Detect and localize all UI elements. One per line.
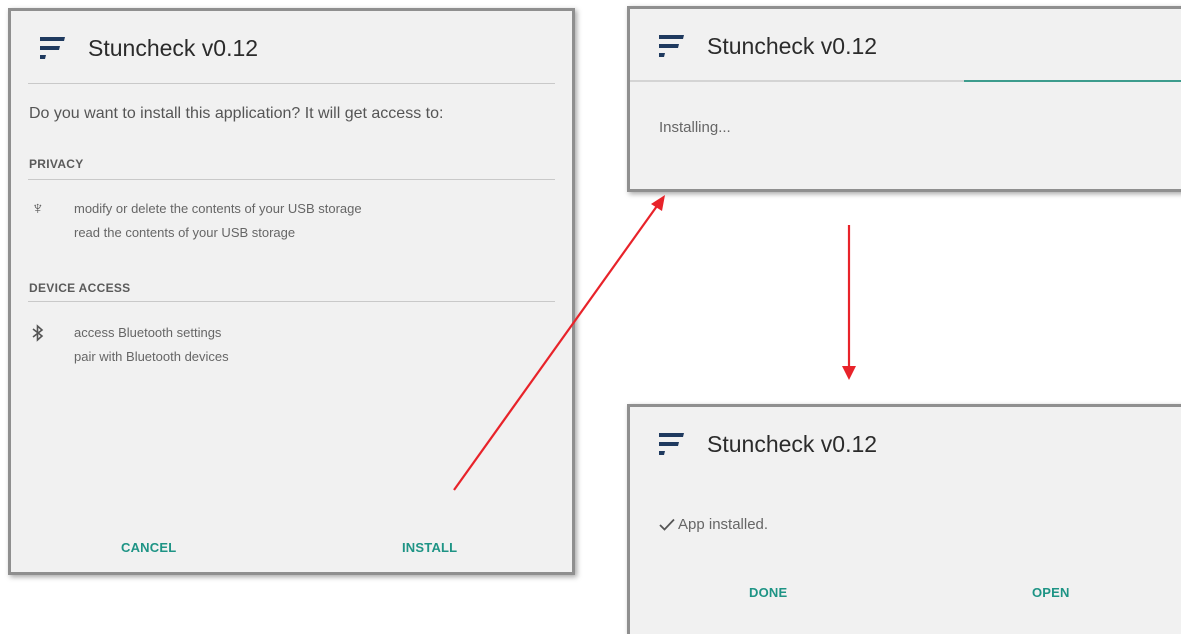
progress-bar	[630, 80, 1181, 82]
done-button[interactable]: DONE	[749, 585, 787, 600]
permission-item: access Bluetooth settings	[74, 325, 222, 340]
installed-status: App installed.	[678, 516, 769, 533]
open-button[interactable]: OPEN	[1032, 585, 1070, 600]
app-logo-icon	[40, 36, 65, 59]
dialog-header: Stuncheck v0.12	[630, 9, 877, 84]
usb-icon: ♆	[31, 198, 45, 218]
app-logo-icon	[659, 34, 684, 57]
installing-dialog: Stuncheck v0.12 Installing...	[627, 6, 1181, 192]
app-title: Stuncheck v0.12	[88, 35, 259, 61]
permission-item: modify or delete the contents of your US…	[74, 201, 362, 216]
installed-status-row: App installed.	[659, 516, 768, 533]
bluetooth-icon	[32, 324, 44, 342]
section-divider	[28, 179, 555, 180]
permission-item: read the contents of your USB storage	[74, 225, 296, 240]
dialog-header: Stuncheck v0.12	[630, 407, 877, 482]
install-prompt: Do you want to install this application?…	[29, 105, 444, 122]
install-button[interactable]: INSTALL	[402, 540, 457, 555]
section-heading-privacy: PRIVACY	[29, 157, 84, 171]
cancel-button[interactable]: CANCEL	[121, 540, 176, 555]
app-logo-icon	[659, 432, 684, 455]
app-title: Stuncheck v0.12	[707, 33, 878, 59]
section-heading-device-access: DEVICE ACCESS	[29, 281, 131, 295]
progress-bar-fill	[964, 80, 1181, 82]
permission-item: pair with Bluetooth devices	[74, 349, 229, 364]
header-divider	[28, 83, 555, 84]
installing-status: Installing...	[659, 119, 731, 136]
installed-dialog: Stuncheck v0.12 App installed. DONE OPEN	[627, 404, 1181, 634]
checkmark-icon	[659, 518, 675, 531]
section-divider	[28, 301, 555, 302]
app-title: Stuncheck v0.12	[707, 431, 878, 457]
arrow-installing-to-installed	[842, 225, 856, 380]
dialog-header: Stuncheck v0.12	[11, 11, 258, 86]
install-dialog: Stuncheck v0.12 Do you want to install t…	[8, 8, 575, 575]
